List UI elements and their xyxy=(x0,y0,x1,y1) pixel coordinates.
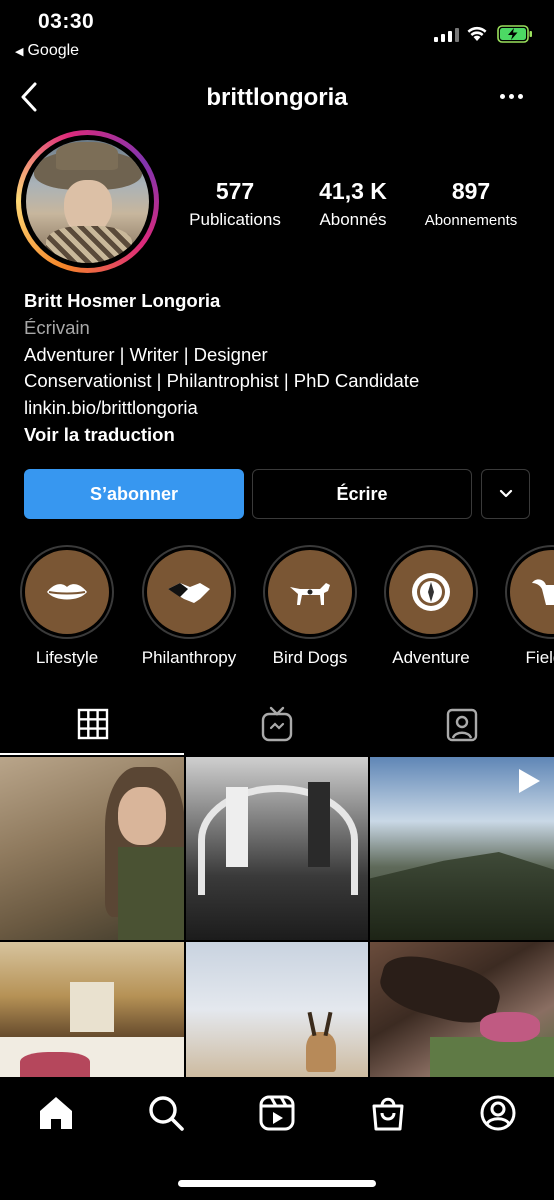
following-label: Abonnements xyxy=(424,212,518,229)
post-thumbnail[interactable] xyxy=(370,942,554,1077)
status-time: 03:30 xyxy=(38,10,95,33)
home-indicator xyxy=(178,1180,376,1187)
grid-icon[interactable] xyxy=(77,706,109,742)
more-options-icon[interactable] xyxy=(500,94,523,99)
post-thumbnail[interactable] xyxy=(186,757,368,940)
full-name: Britt Hosmer Longoria xyxy=(24,290,221,311)
buffalo-skull-icon xyxy=(532,579,554,605)
post-thumbnail[interactable] xyxy=(370,757,554,940)
bio-link[interactable]: linkin.bio/brittlongoria xyxy=(24,395,419,422)
posts-stat[interactable]: 577 Publications xyxy=(180,178,290,230)
igtv-icon[interactable] xyxy=(261,706,293,742)
wifi-icon xyxy=(467,26,487,41)
see-translation-link[interactable]: Voir la traduction xyxy=(24,422,419,449)
highlight-label: Bird Dogs xyxy=(272,648,348,667)
posts-label: Publications xyxy=(189,210,281,229)
profile-avatar[interactable] xyxy=(26,140,149,263)
handshake-icon xyxy=(168,583,210,603)
followers-count: 41,3 K xyxy=(319,178,387,204)
post-thumbnail[interactable] xyxy=(186,942,368,1077)
bio-line: Conservationist | Philantrophist | PhD C… xyxy=(24,370,420,392)
reels-icon[interactable] xyxy=(257,1093,297,1133)
active-tab-indicator xyxy=(0,753,184,755)
message-button[interactable]: Écrire xyxy=(252,469,472,519)
highlight-adventure[interactable]: Adventure xyxy=(383,545,479,668)
following-count: 897 xyxy=(451,178,491,204)
home-icon[interactable] xyxy=(36,1093,76,1133)
cellular-signal-icon xyxy=(434,27,459,42)
suggestions-dropdown-button[interactable] xyxy=(481,469,530,519)
shop-icon[interactable] xyxy=(368,1093,408,1133)
tagged-icon[interactable] xyxy=(446,706,478,742)
back-app-label: Google xyxy=(27,42,80,59)
highlight-lifestyle[interactable]: Lifestyle xyxy=(19,545,115,668)
posts-count: 577 xyxy=(215,178,255,204)
profile-username: brittlongoria xyxy=(206,84,348,111)
lips-icon xyxy=(47,584,87,600)
highlight-philanthropy[interactable]: Philanthropy xyxy=(141,545,237,668)
profile-bio: Britt Hosmer Longoria Écrivain Adventure… xyxy=(24,288,419,449)
chevron-down-icon xyxy=(499,489,512,498)
post-thumbnail[interactable] xyxy=(0,942,184,1077)
back-triangle-icon: ◀ xyxy=(15,45,24,58)
battery-charging-icon xyxy=(497,25,532,43)
follow-button[interactable]: S’abonner xyxy=(24,469,244,519)
compass-icon xyxy=(412,573,450,611)
following-stat[interactable]: 897 Abonnements xyxy=(414,178,528,229)
back-to-app-link[interactable]: ◀ Google xyxy=(15,42,79,60)
highlight-bird-dogs[interactable]: Bird Dogs xyxy=(262,545,358,668)
category-label: Écrivain xyxy=(24,316,90,338)
highlight-field[interactable]: Field P xyxy=(504,545,554,668)
highlight-label: Adventure xyxy=(392,648,470,667)
followers-label: Abonnés xyxy=(319,210,387,229)
highlight-label: Field P xyxy=(525,648,554,667)
post-thumbnail[interactable] xyxy=(0,757,184,940)
search-icon[interactable] xyxy=(146,1093,186,1133)
profile-icon[interactable] xyxy=(478,1093,518,1133)
followers-stat[interactable]: 41,3 K Abonnés xyxy=(303,178,403,230)
video-play-icon xyxy=(519,769,540,793)
bio-line: Adventurer | Writer | Designer xyxy=(24,343,268,365)
dog-icon xyxy=(290,583,330,605)
highlight-label: Philanthropy xyxy=(141,648,237,667)
highlight-label: Lifestyle xyxy=(35,648,99,667)
